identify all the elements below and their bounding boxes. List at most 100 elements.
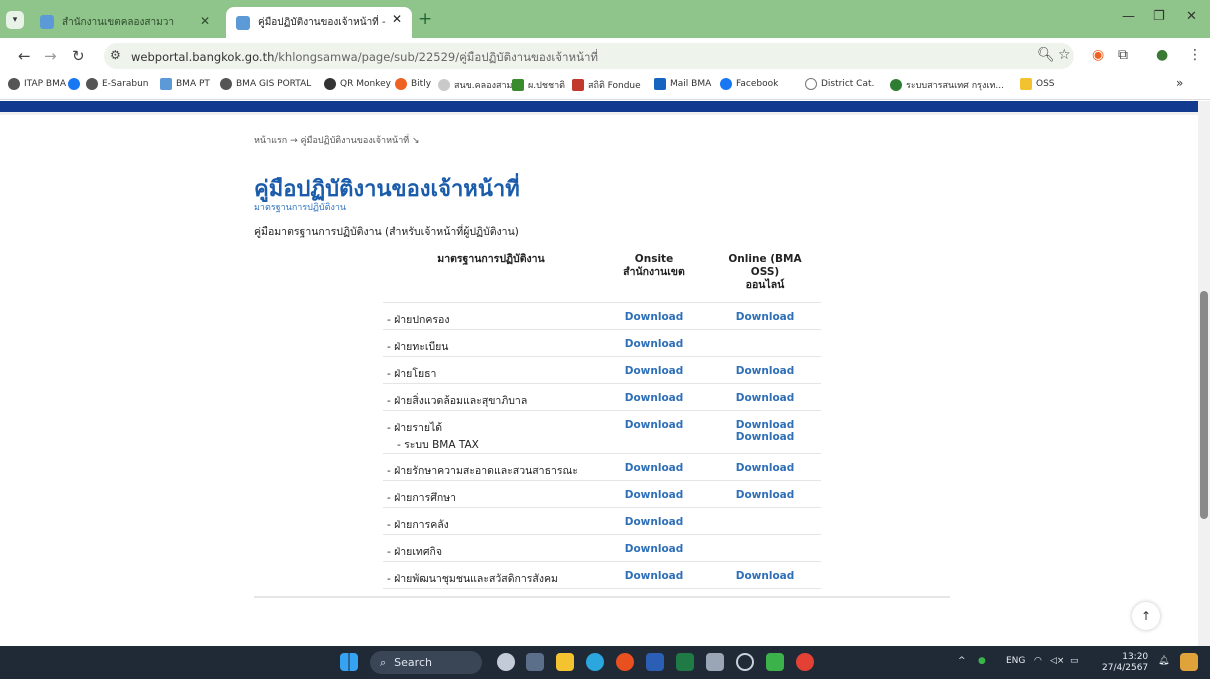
line-icon[interactable]	[766, 653, 784, 671]
extensions-puzzle-icon[interactable]: ⧉	[1118, 47, 1128, 63]
online-cell: Download	[709, 356, 821, 384]
bookmark-label: BMA GIS PORTAL	[236, 79, 312, 89]
onsite-download-link[interactable]: Download	[625, 392, 684, 404]
zoom-icon[interactable]: 🔍︎	[1037, 47, 1055, 63]
copilot-icon[interactable]	[1180, 653, 1198, 671]
department-name: - ฝ่ายพัฒนาชุมชนและสวัสดิการสังคม	[387, 573, 558, 585]
more-bookmarks-button[interactable]: »	[1176, 76, 1183, 90]
back-arrow-icon[interactable]: ←	[18, 47, 31, 65]
word-icon[interactable]	[646, 653, 664, 671]
globe-icon	[86, 78, 98, 90]
onsite-download-link[interactable]: Download	[625, 365, 684, 377]
clock-time: 13:20	[1122, 652, 1149, 662]
header-banner	[0, 101, 1198, 115]
onsite-download-link[interactable]: Download	[625, 338, 684, 350]
close-tab-icon[interactable]: ✕	[392, 12, 402, 26]
site-info-icon[interactable]: ⚙	[110, 48, 121, 62]
onsite-download-link[interactable]: Download	[625, 311, 684, 323]
app-tray-icon[interactable]: ●	[978, 656, 986, 666]
browser-menu-icon[interactable]: ⋮	[1188, 47, 1202, 63]
system-clock[interactable]: 13:20 27/4/2567	[1102, 652, 1148, 674]
wifi-icon[interactable]: ◠	[1034, 656, 1042, 666]
excel-icon[interactable]	[676, 653, 694, 671]
minimize-window-button[interactable]: —	[1122, 9, 1135, 24]
new-tab-button[interactable]: +	[418, 9, 432, 29]
online-download-link[interactable]: Download	[709, 570, 821, 582]
onsite-download-link[interactable]: Download	[625, 570, 684, 582]
calculator-icon[interactable]	[706, 653, 724, 671]
bookmark-mail-bma[interactable]: Mail BMA	[654, 78, 711, 90]
widgets-icon[interactable]	[497, 653, 515, 671]
table-row: - ฝ่ายสิ่งแวดล้อมและสุขาภิบาล Download Dow…	[383, 383, 821, 411]
department-cell: - ฝ่ายการคลัง	[383, 507, 599, 535]
task-view-icon[interactable]	[526, 653, 544, 671]
onsite-download-link[interactable]: Download	[625, 462, 684, 474]
bookmark-khlongsamwa[interactable]: สนข.คลองสามวา	[438, 78, 523, 92]
onsite-download-link[interactable]: Download	[625, 419, 684, 431]
onsite-download-link[interactable]: Download	[625, 543, 684, 555]
bookmark-star-icon[interactable]: ☆	[1058, 47, 1071, 63]
bookmark-qr-monkey[interactable]: QR Monkey	[324, 78, 391, 90]
onsite-download-link[interactable]: Download	[625, 516, 684, 528]
bookmark-pacharat[interactable]: ผ.ปชชาติ	[512, 78, 565, 92]
scrollbar-thumb[interactable]	[1200, 291, 1208, 519]
onsite-cell: Download	[599, 302, 709, 330]
online-download-link[interactable]: Download	[709, 311, 821, 323]
bookmark-bma-gis-portal[interactable]: BMA GIS PORTAL	[220, 78, 311, 90]
bookmark-facebook[interactable]: Facebook	[720, 78, 778, 90]
show-hidden-icons-button[interactable]: ^	[958, 656, 966, 666]
close-tab-icon[interactable]: ✕	[200, 14, 210, 28]
bitly-extension-icon[interactable]: ◉	[1092, 47, 1104, 63]
site-icon	[512, 79, 524, 91]
bookmark-fondue[interactable]: สถิติ Fondue	[572, 78, 641, 92]
bookmark-itap-bma[interactable]: ITAP BMA	[8, 78, 66, 90]
app-icon[interactable]	[736, 653, 754, 671]
app-icon[interactable]	[616, 653, 634, 671]
bookmark-facebook-icon-only[interactable]	[68, 78, 84, 90]
online-download-link[interactable]: Download	[709, 419, 821, 431]
page-scrollbar[interactable]	[1198, 101, 1210, 646]
file-explorer-icon[interactable]	[556, 653, 574, 671]
language-indicator[interactable]: ENG	[1006, 656, 1025, 666]
notification-bell-icon[interactable]: 🔔︎	[1158, 656, 1169, 666]
header-text: ออนไลน์	[745, 279, 785, 291]
bookmark-district-cat[interactable]: District Cat.	[805, 78, 874, 90]
close-window-button[interactable]: ✕	[1186, 9, 1197, 24]
volume-mute-icon[interactable]: ◁×	[1050, 656, 1064, 666]
online-cell: Download	[709, 480, 821, 508]
tab-active-manual[interactable]: คู่มือปฏิบัติงานของเจ้าหน้าที่ - สำนัก ✕	[226, 7, 412, 38]
online-download-link-sub[interactable]: Download	[709, 431, 821, 443]
forward-arrow-icon[interactable]: →	[44, 47, 57, 65]
breadcrumb[interactable]: หน้าแรก → คู่มือปฏิบัติงานของเจ้าหน้าที่…	[254, 133, 420, 147]
bookmark-bma-pt[interactable]: BMA PT	[160, 78, 210, 90]
online-cell: Download	[709, 453, 821, 481]
tab-search-menu-button[interactable]: ▾	[6, 11, 24, 29]
back-to-top-button[interactable]: ↑	[1132, 602, 1160, 630]
bookmark-info-system[interactable]: ระบบสารสนเทศ กรุงเท...	[890, 78, 1004, 92]
profile-avatar-icon[interactable]: ●	[1156, 47, 1168, 63]
bookmark-bitly[interactable]: Bitly	[395, 78, 431, 90]
department-name: - ฝ่ายทะเบียน	[387, 341, 449, 353]
restore-window-button[interactable]: ❐	[1153, 9, 1165, 24]
chrome-icon[interactable]	[796, 653, 814, 671]
windows-start-icon[interactable]	[340, 653, 358, 671]
bookmark-e-sarabun[interactable]: E-Sarabun	[86, 78, 149, 90]
table-row: - ฝ่ายเทศกิจ Download	[383, 534, 821, 562]
online-download-link[interactable]: Download	[709, 489, 821, 501]
taskbar-search[interactable]: ⌕ Search	[370, 651, 482, 674]
search-icon: ⌕	[380, 655, 387, 669]
online-download-link[interactable]: Download	[709, 392, 821, 404]
edge-icon[interactable]	[586, 653, 604, 671]
battery-icon[interactable]: ▭	[1070, 656, 1079, 666]
header-text: Online (BMA	[728, 253, 802, 265]
url-text[interactable]: webportal.bangkok.go.th/khlongsamwa/page…	[131, 49, 598, 67]
online-download-link[interactable]: Download	[709, 365, 821, 377]
department-name: - ฝ่ายรายได้	[387, 422, 443, 434]
online-download-link[interactable]: Download	[709, 462, 821, 474]
tab-khlongsamwa[interactable]: สำนักงานเขตคลองสามวา ✕	[30, 9, 220, 35]
bookmark-label: Bitly	[411, 79, 432, 89]
bookmark-oss[interactable]: OSS	[1020, 78, 1055, 90]
onsite-download-link[interactable]: Download	[625, 489, 684, 501]
reload-icon[interactable]: ↻	[72, 47, 85, 65]
table-row: - ฝ่ายโยธา Download Download	[383, 356, 821, 384]
